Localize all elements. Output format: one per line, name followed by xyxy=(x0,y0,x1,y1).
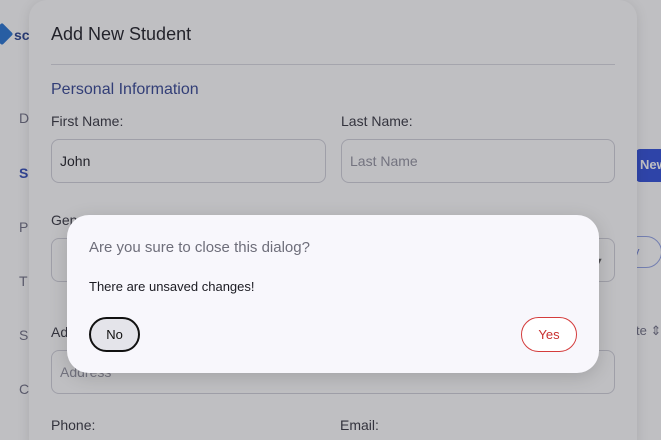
yes-button[interactable]: Yes xyxy=(521,317,577,352)
screen: sc D S P T S C New y te ⇕ Add New Studen… xyxy=(0,0,661,440)
confirm-close-dialog: Are you sure to close this dialog? There… xyxy=(67,215,599,373)
confirm-message: There are unsaved changes! xyxy=(89,279,255,294)
confirm-title: Are you sure to close this dialog? xyxy=(89,239,310,256)
no-button[interactable]: No xyxy=(89,317,140,352)
